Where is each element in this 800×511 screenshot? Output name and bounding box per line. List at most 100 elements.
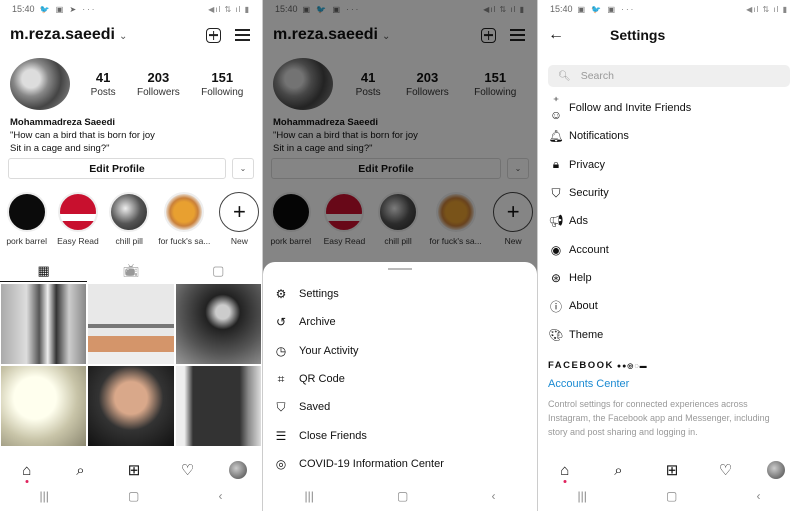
settings-item-notifications[interactable]: 🔔︎ Notifications: [538, 122, 800, 150]
shield-icon: ⛉: [551, 185, 561, 200]
post-thumbnail[interactable]: [1, 284, 87, 364]
gear-icon: ⚙: [275, 287, 287, 302]
notification-icons: 🐦 ▣ ➤ ···: [39, 4, 97, 14]
settings-item-help[interactable]: ⊛ Help: [538, 264, 800, 292]
recents-icon[interactable]: |||: [305, 489, 314, 503]
tab-grid[interactable]: ▦: [0, 260, 88, 282]
home-button-icon[interactable]: ▢: [666, 489, 677, 503]
profile-avatar-tab[interactable]: [229, 461, 248, 479]
menu-item-settings[interactable]: ⚙ Settings: [263, 280, 537, 308]
highlight-label: pork barrel: [6, 236, 47, 246]
menu-item-qr-code[interactable]: ⌗ QR Code: [263, 365, 537, 393]
settings-item-label: About: [569, 300, 598, 313]
settings-item-label: Help: [569, 271, 592, 284]
recents-icon[interactable]: |||: [578, 489, 587, 503]
post-thumbnail[interactable]: [1, 366, 87, 446]
sheet-drag-handle[interactable]: [388, 268, 412, 270]
tab-igtv[interactable]: 📺︎: [87, 260, 174, 282]
lifebuoy-icon: ⊛: [550, 270, 562, 285]
highlight-cover: [164, 192, 205, 232]
stat-followers[interactable]: 203 Followers: [137, 70, 180, 98]
settings-item-account[interactable]: ◉ Account: [538, 235, 800, 263]
menu-item-covid-info[interactable]: ◎ COVID-19 Information Center: [263, 450, 537, 478]
highlight-item[interactable]: chill pill: [107, 192, 152, 246]
heart-icon[interactable]: ♡: [714, 461, 738, 479]
bio-line: "How can a bird that is born for joy: [10, 130, 155, 141]
post-thumbnail[interactable]: [88, 284, 174, 364]
menu-item-your-activity[interactable]: ◷ Your Activity: [263, 337, 537, 365]
settings-item-theme[interactable]: 🎨︎ Theme: [538, 320, 800, 348]
highlight-item[interactable]: pork barrel: [4, 192, 49, 246]
profile-tabs: ▦ 📺︎ ▢: [0, 260, 262, 282]
back-arrow-icon[interactable]: ←: [548, 26, 582, 44]
settings-item-label: Account: [569, 243, 609, 256]
screenshot-composite: 15:40 🐦 ▣ ➤ ··· ◀ıl ⇅ ıl ▮ m.reza.saeedi…: [0, 0, 800, 511]
home-icon[interactable]: ⌂: [553, 462, 577, 483]
settings-item-security[interactable]: ⛉ Security: [538, 179, 800, 207]
search-icon[interactable]: ⌕: [68, 462, 92, 479]
settings-item-label: Privacy: [569, 158, 606, 171]
new-post-icon[interactable]: [206, 27, 221, 43]
new-post-icon[interactable]: ⊞: [122, 461, 146, 479]
post-thumbnail[interactable]: [175, 366, 261, 446]
system-status-icons: ◀ıl ⇅ ıl ▮: [746, 4, 788, 14]
tab-tagged[interactable]: ▢: [175, 260, 262, 282]
profile-avatar[interactable]: [10, 58, 70, 110]
new-highlight-button[interactable]: + New: [217, 192, 262, 246]
profile-bio: Mohammadreza Saeedi "How can a bird that…: [10, 116, 155, 155]
stat-value: 41: [95, 70, 111, 85]
back-icon[interactable]: ‹: [491, 489, 495, 503]
plus-icon: +: [219, 192, 260, 232]
facebook-apps-icons: ●●◎◌▬: [616, 363, 648, 370]
posts-grid: [1, 284, 261, 446]
menu-item-close-friends[interactable]: ☰ Close Friends: [263, 421, 537, 449]
menu-icon[interactable]: [235, 29, 250, 41]
post-thumbnail[interactable]: [175, 284, 261, 364]
covid-info-icon: ◎: [275, 456, 287, 471]
home-icon[interactable]: ⌂: [15, 462, 39, 483]
suggestions-toggle-button[interactable]: ⌄: [232, 158, 254, 179]
settings-search-input[interactable]: 🔍︎ Search: [548, 65, 790, 87]
full-name: Mohammadreza Saeedi: [10, 117, 116, 128]
bottom-nav: ⌂ ⌕ ⊞ ♡: [538, 458, 800, 483]
account-switcher[interactable]: m.reza.saeedi ⌄: [10, 26, 127, 44]
settings-item-label: Theme: [569, 328, 604, 341]
chevron-down-icon: ⌄: [239, 164, 247, 173]
stat-following[interactable]: 151 Following: [201, 70, 243, 98]
search-icon[interactable]: ⌕: [606, 462, 630, 479]
edit-profile-button[interactable]: Edit Profile: [8, 158, 226, 179]
system-status-icons: ◀ıl ⇅ ıl ▮: [208, 4, 250, 14]
info-icon: ⓘ: [549, 299, 562, 314]
home-button-icon[interactable]: ▢: [397, 489, 408, 503]
add-person-icon: ⁺☺: [549, 94, 563, 123]
menu-item-archive[interactable]: ↺ Archive: [263, 308, 537, 336]
settings-list: ⁺☺ Follow and Invite Friends 🔔︎ Notificati…: [538, 94, 800, 349]
list-icon: ☰: [275, 428, 287, 443]
accounts-center-link[interactable]: Accounts Center: [548, 378, 790, 390]
highlight-item[interactable]: Easy Read: [55, 192, 100, 246]
menu-item-saved[interactable]: ⛉ Saved: [263, 393, 537, 421]
back-icon[interactable]: ‹: [756, 489, 760, 503]
chevron-down-icon: ⌄: [118, 31, 128, 42]
heart-icon[interactable]: ♡: [176, 461, 200, 479]
grid-icon: ▦: [37, 262, 50, 278]
facebook-section: FACEBOOK ●●◎◌▬ Accounts Center Control se…: [548, 360, 790, 439]
highlight-item[interactable]: for fuck's sa...: [158, 192, 211, 246]
new-post-icon[interactable]: ⊞: [660, 461, 684, 479]
home-button-icon[interactable]: ▢: [128, 489, 139, 503]
profile-avatar-tab[interactable]: [767, 461, 786, 479]
post-thumbnail[interactable]: [88, 366, 174, 446]
recents-icon[interactable]: |||: [40, 489, 49, 503]
highlight-cover: [109, 192, 150, 232]
settings-item-about[interactable]: ⓘ About: [538, 292, 800, 320]
settings-screen: 15:40 ▣ 🐦 ▣ ··· ◀ıl ⇅ ıl ▮ ← Settings 🔍︎…: [537, 0, 800, 511]
settings-item-privacy[interactable]: 🔒︎ Privacy: [538, 151, 800, 179]
settings-item-follow-invite[interactable]: ⁺☺ Follow and Invite Friends: [538, 94, 800, 122]
system-nav: ||| ▢ ‹: [0, 486, 262, 506]
highlight-cover: [57, 192, 98, 232]
back-icon[interactable]: ‹: [218, 489, 222, 503]
bio-line: Sit in a cage and sing?": [10, 143, 110, 154]
stat-label: Followers: [136, 87, 180, 98]
stat-posts[interactable]: 41 Posts: [91, 70, 116, 98]
settings-item-ads[interactable]: 📢︎ Ads: [538, 207, 800, 235]
